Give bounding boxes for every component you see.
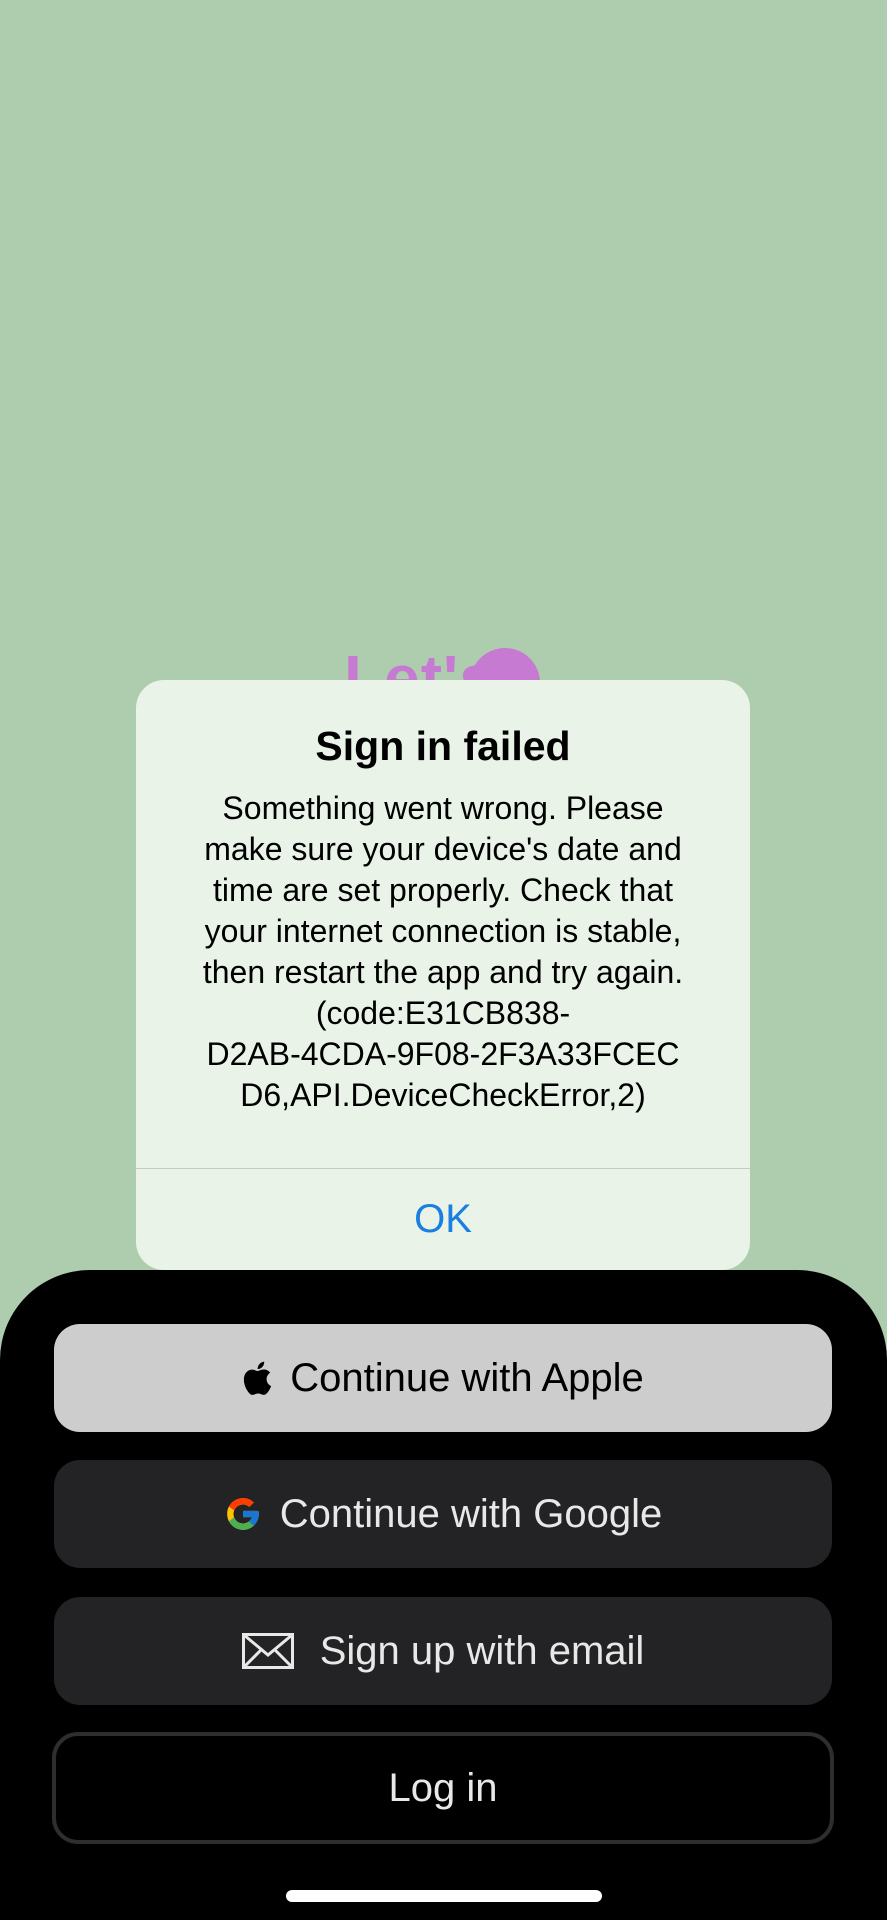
continue-with-google-label: Continue with Google — [279, 1491, 663, 1536]
sign-up-with-email-label: Sign up with email — [319, 1628, 645, 1673]
apple-logo-icon — [242, 1360, 272, 1396]
alert-ok-button[interactable]: OK — [136, 1169, 750, 1270]
sign-up-with-email-button[interactable]: Sign up with email — [54, 1597, 832, 1705]
continue-with-google-button[interactable]: Continue with Google — [54, 1460, 832, 1568]
google-logo-icon — [224, 1495, 262, 1533]
log-in-label: Log in — [388, 1765, 498, 1810]
home-indicator[interactable] — [286, 1890, 602, 1902]
alert-message: Something went wrong. Please make sure y… — [202, 790, 684, 1113]
continue-with-apple-label: Continue with Apple — [290, 1355, 644, 1400]
auth-bottom-sheet: Continue with Apple Continue with Google — [0, 1270, 887, 1920]
continue-with-apple-button[interactable]: Continue with Apple — [54, 1324, 832, 1432]
alert-title: Sign in failed — [315, 723, 571, 769]
envelope-icon — [241, 1633, 294, 1669]
app-screen: Let's Continue with Apple Continue with … — [0, 0, 887, 1920]
log-in-button[interactable]: Log in — [52, 1732, 834, 1844]
sign-in-failed-alert: Sign in failed Something went wrong. Ple… — [136, 680, 750, 1270]
